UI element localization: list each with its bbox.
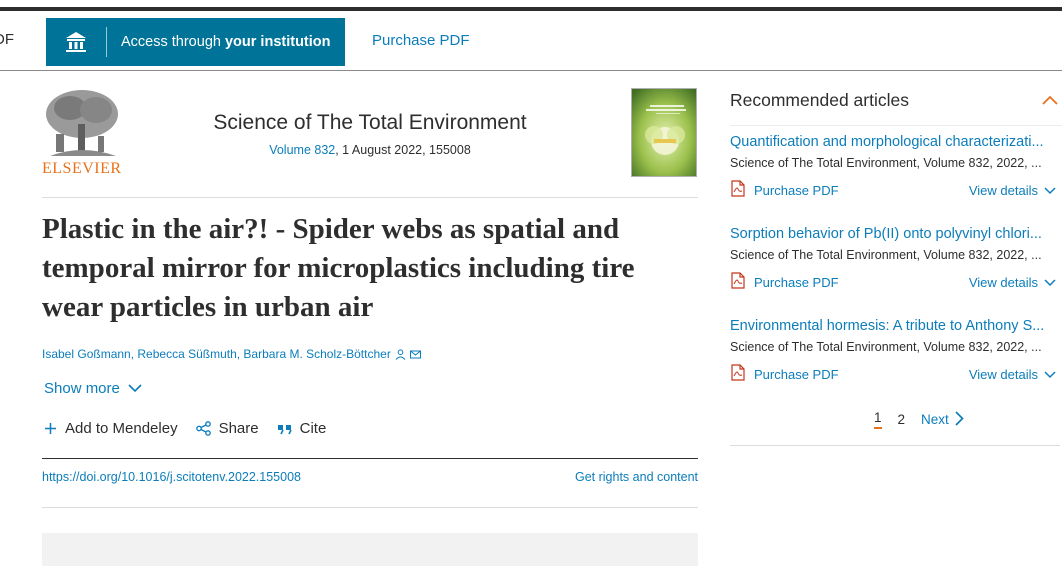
recommended-item-title[interactable]: Quantification and morphological charact… (730, 134, 1058, 150)
doi-link[interactable]: https://doi.org/10.1016/j.scitotenv.2022… (42, 470, 301, 484)
chevron-down-icon (128, 380, 142, 397)
access-label: Access through your institution (121, 34, 331, 50)
show-more-label: Show more (44, 380, 120, 397)
issue-date: , 1 August 2022, 155008 (335, 143, 471, 157)
recommended-item-actions: Purchase PDF View details (730, 272, 1056, 292)
journal-meta: Volume 832, 1 August 2022, 155008 (42, 143, 698, 157)
publisher-name: ELSEVIER (42, 160, 122, 177)
recommended-item-source: Science of The Total Environment, Volume… (730, 248, 1042, 262)
envelope-icon[interactable] (409, 349, 421, 360)
recommended-articles-panel: Recommended articles Quantification and … (730, 86, 1062, 446)
recommended-purchase-pdf[interactable]: Purchase PDF (730, 364, 839, 384)
cite-button[interactable]: Cite (277, 420, 327, 437)
recommended-item: Sorption behavior of Pb(II) onto polyvin… (730, 226, 1062, 292)
share-label: Share (218, 420, 259, 437)
article-toolbar: DF Access through your institution Purch… (0, 11, 1062, 71)
article-actions: Add to Mendeley Share Cite (44, 420, 344, 437)
recommended-item: Quantification and morphological charact… (730, 134, 1062, 200)
volume-link[interactable]: Volume 832 (269, 143, 335, 157)
view-details-button[interactable]: View details (969, 275, 1056, 290)
next-label: Next (921, 412, 949, 427)
view-details-label: View details (968, 274, 1038, 290)
add-to-mendeley-button[interactable]: Add to Mendeley (44, 420, 178, 437)
rights-link[interactable]: Get rights and content (575, 470, 698, 484)
page-1-link[interactable]: 1 (874, 410, 882, 429)
recommended-title: Recommended articles (730, 90, 909, 110)
recommended-pagination: 1 2 Next (874, 410, 964, 429)
chevron-right-icon (955, 410, 964, 429)
person-icon[interactable] (395, 348, 406, 360)
view-details-label: View details (968, 366, 1038, 382)
article-title: Plastic in the air?! - Spider webs as sp… (42, 213, 635, 323)
chevron-up-icon[interactable] (1042, 92, 1058, 110)
recommended-purchase-pdf[interactable]: Purchase PDF (730, 180, 839, 200)
recommended-item-actions: Purchase PDF View details (730, 180, 1056, 200)
plus-icon (44, 422, 57, 435)
journal-header: ELSEVIER Science of The Total Environmen… (42, 88, 698, 198)
journal-cover[interactable] (631, 88, 697, 177)
pdf-icon (730, 272, 746, 292)
access-institution-button[interactable]: Access through your institution (46, 18, 345, 66)
recommended-item: Environmental hormesis: A tribute to Ant… (730, 318, 1062, 384)
view-details-label: View details (968, 182, 1038, 198)
toolbar-left-stub[interactable]: DF (0, 31, 14, 48)
purchase-pdf-link[interactable]: Purchase PDF (372, 32, 470, 49)
pdf-icon (730, 364, 746, 384)
pdf-icon (730, 180, 746, 200)
chevron-down-icon (1044, 367, 1056, 382)
purchase-pdf-label: Purchase PDF (754, 366, 839, 382)
recommended-item-actions: Purchase PDF View details (730, 364, 1056, 384)
cite-label: Cite (299, 420, 327, 437)
purchase-pdf-label: Purchase PDF (754, 182, 839, 198)
share-icon (195, 421, 211, 436)
next-page-button[interactable]: Next (921, 410, 964, 429)
chevron-down-icon (1044, 183, 1056, 198)
sidebar-divider (730, 445, 1060, 446)
share-button[interactable]: Share (195, 420, 259, 437)
page-2-link[interactable]: 2 (898, 412, 906, 427)
authors-text[interactable]: Isabel Goßmann, Rebecca Süßmuth, Barbara… (42, 347, 391, 361)
doi-top-rule (42, 458, 698, 459)
mendeley-label: Add to Mendeley (65, 420, 178, 437)
recommended-item-title[interactable]: Sorption behavior of Pb(II) onto polyvin… (730, 226, 1058, 242)
author-list: Isabel Goßmann, Rebecca Süßmuth, Barbara… (42, 347, 421, 361)
chevron-down-icon (1044, 275, 1056, 290)
doi-divider (42, 507, 698, 508)
recommended-purchase-pdf[interactable]: Purchase PDF (730, 272, 839, 292)
recommended-item-source: Science of The Total Environment, Volume… (730, 340, 1042, 354)
show-more-button[interactable]: Show more (44, 380, 142, 397)
recommended-item-title[interactable]: Environmental hormesis: A tribute to Ant… (730, 318, 1058, 334)
purchase-pdf-label: Purchase PDF (754, 274, 839, 290)
journal-title[interactable]: Science of The Total Environment (42, 111, 698, 135)
view-details-button[interactable]: View details (969, 183, 1056, 198)
recommended-header: Recommended articles (730, 86, 1062, 126)
abstract-panel (42, 533, 698, 566)
institution-icon (46, 18, 106, 66)
view-details-button[interactable]: View details (969, 367, 1056, 382)
header-divider (42, 197, 698, 198)
quote-icon (277, 423, 292, 435)
recommended-item-source: Science of The Total Environment, Volume… (730, 156, 1042, 170)
